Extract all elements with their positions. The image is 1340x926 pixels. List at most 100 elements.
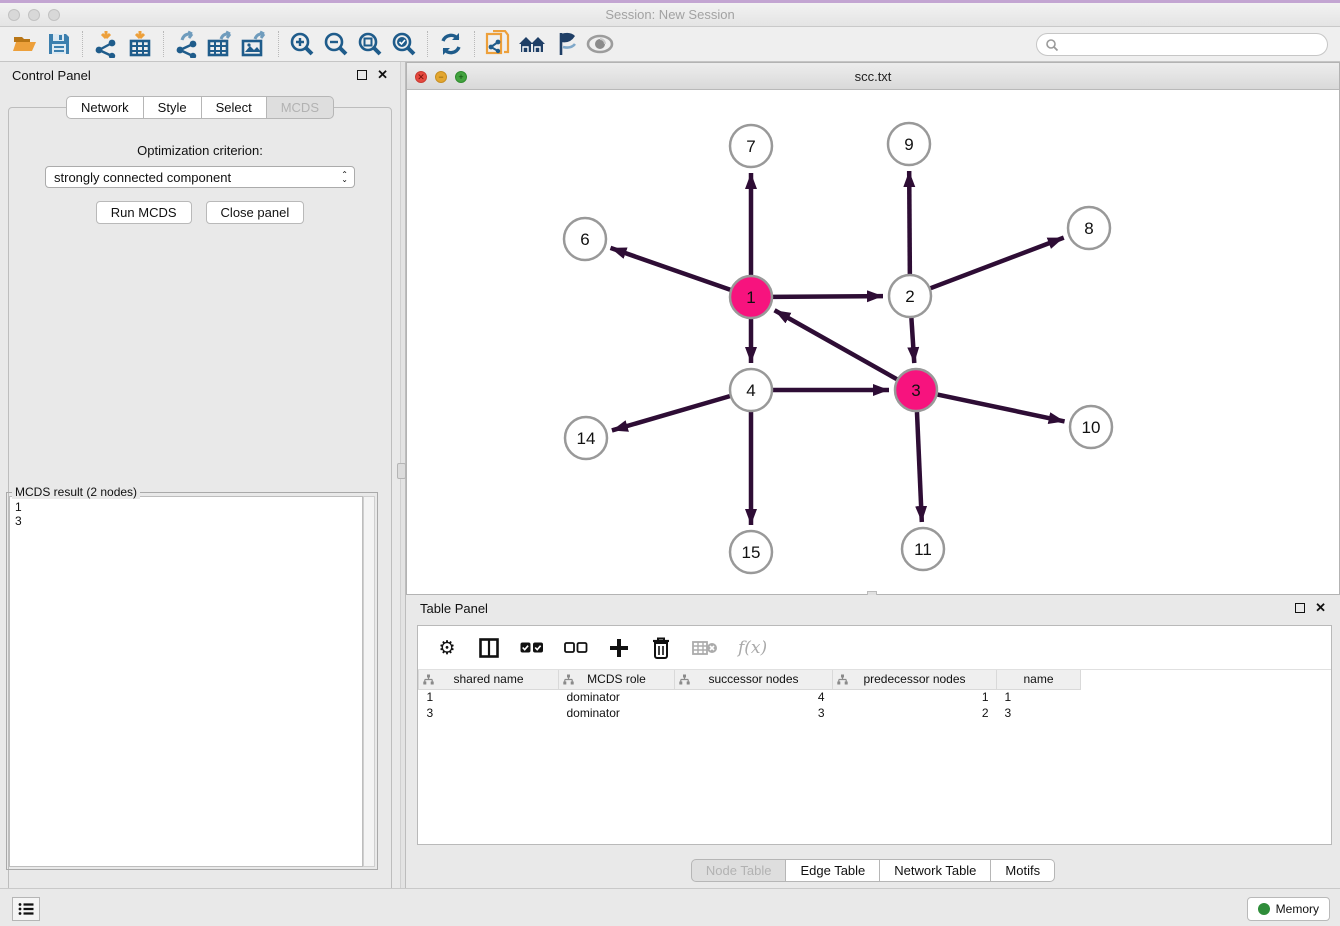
column-header-predecessor-nodes[interactable]: predecessor nodes — [833, 670, 997, 689]
tab-network[interactable]: Network — [66, 96, 144, 119]
table-panel-tabs: Node Table Edge Table Network Table Moti… — [406, 859, 1340, 882]
float-table-panel-icon[interactable] — [1295, 603, 1305, 613]
minimize-window-button[interactable] — [28, 9, 40, 21]
tab-motifs[interactable]: Motifs — [991, 859, 1055, 882]
node-15[interactable]: 15 — [730, 531, 772, 573]
network-close-button[interactable]: ✕ — [415, 71, 427, 83]
tab-edge-table[interactable]: Edge Table — [786, 859, 880, 882]
import-table-icon[interactable] — [123, 29, 157, 59]
graphics-details-icon[interactable] — [549, 29, 583, 59]
svg-text:11: 11 — [914, 540, 932, 559]
column-header-MCDS-role[interactable]: MCDS role — [559, 670, 675, 689]
mcds-result-title: MCDS result (2 nodes) — [12, 485, 140, 499]
edge-1-6[interactable] — [610, 248, 730, 290]
show-hide-eye-icon[interactable] — [583, 29, 617, 59]
run-mcds-button[interactable]: Run MCDS — [96, 201, 192, 224]
export-table-icon[interactable] — [204, 29, 238, 59]
node-9[interactable]: 9 — [888, 123, 930, 165]
save-session-icon[interactable] — [42, 29, 76, 59]
network-canvas[interactable]: 7 9 6 8 1 2 4 3 14 10 15 11 — [407, 90, 1339, 594]
select-all-checkboxes-icon[interactable] — [520, 636, 544, 660]
tab-node-table[interactable]: Node Table — [691, 859, 787, 882]
zoom-out-icon[interactable] — [319, 29, 353, 59]
node-1[interactable]: 1 — [730, 276, 772, 318]
delete-column-icon[interactable] — [650, 636, 672, 660]
close-panel-button[interactable]: Close panel — [206, 201, 305, 224]
memory-button[interactable]: Memory — [1247, 897, 1330, 921]
edge-4-14[interactable] — [612, 396, 730, 430]
refresh-layout-icon[interactable] — [434, 29, 468, 59]
table-cell[interactable]: 2 — [833, 705, 997, 721]
tab-mcds[interactable]: MCDS — [267, 96, 334, 119]
cytoscape-window: Session: New Session — [0, 0, 1340, 926]
table-cell[interactable]: 1 — [833, 689, 997, 705]
node-8[interactable]: 8 — [1068, 207, 1110, 249]
network-from-file-icon[interactable] — [481, 29, 515, 59]
table-cell[interactable]: 3 — [419, 705, 559, 721]
zoom-window-button[interactable] — [48, 9, 60, 21]
edge-1-2[interactable] — [773, 296, 883, 297]
edge-3-10[interactable] — [938, 395, 1065, 422]
main-toolbar — [0, 27, 1340, 62]
task-list-icon[interactable] — [12, 897, 40, 921]
open-session-icon[interactable] — [8, 29, 42, 59]
node-2[interactable]: 2 — [889, 275, 931, 317]
svg-text:9: 9 — [904, 135, 913, 154]
table-row[interactable]: 1dominator411 — [419, 689, 1081, 705]
table-cell[interactable]: 3 — [675, 705, 833, 721]
edge-2-3[interactable] — [911, 318, 914, 363]
table-cell[interactable]: dominator — [559, 689, 675, 705]
column-header-shared-name[interactable]: shared name — [419, 670, 559, 689]
tab-select[interactable]: Select — [202, 96, 267, 119]
edge-3-1[interactable] — [775, 310, 897, 379]
edge-3-11[interactable] — [917, 412, 922, 522]
import-network-icon[interactable] — [89, 29, 123, 59]
splitter-handle[interactable] — [397, 463, 406, 479]
edge-2-9[interactable] — [909, 171, 910, 274]
split-columns-icon[interactable] — [478, 636, 500, 660]
cyndex-home-icon[interactable] — [515, 29, 549, 59]
table-cell[interactable]: 3 — [997, 705, 1081, 721]
edge-2-8[interactable] — [931, 238, 1064, 289]
zoom-in-icon[interactable] — [285, 29, 319, 59]
close-window-button[interactable] — [8, 9, 20, 21]
table-row[interactable]: 3dominator323 — [419, 705, 1081, 721]
control-panel-title: Control Panel — [12, 68, 91, 83]
mcds-result-text[interactable]: 1 3 — [9, 496, 363, 867]
export-image-icon[interactable] — [238, 29, 272, 59]
add-column-icon[interactable] — [608, 636, 630, 660]
unselect-all-checkboxes-icon[interactable] — [564, 636, 588, 660]
column-header-successor-nodes[interactable]: successor nodes — [675, 670, 833, 689]
close-panel-icon[interactable]: ✕ — [377, 70, 388, 80]
node-10[interactable]: 10 — [1070, 406, 1112, 448]
node-4[interactable]: 4 — [730, 369, 772, 411]
column-type-icon — [563, 674, 574, 685]
node-14[interactable]: 14 — [565, 417, 607, 459]
table-cell[interactable]: 1 — [997, 689, 1081, 705]
close-table-panel-icon[interactable]: ✕ — [1315, 603, 1326, 613]
column-header-name[interactable]: name — [997, 670, 1081, 689]
svg-text:15: 15 — [742, 543, 761, 562]
node-3[interactable]: 3 — [895, 369, 937, 411]
network-maximize-button[interactable]: + — [455, 71, 467, 83]
table-cell[interactable]: 1 — [419, 689, 559, 705]
zoom-selected-icon[interactable] — [387, 29, 421, 59]
table-cell[interactable]: 4 — [675, 689, 833, 705]
export-network-icon[interactable] — [170, 29, 204, 59]
search-input[interactable] — [1036, 33, 1328, 56]
result-scrollbar[interactable] — [363, 496, 375, 867]
zoom-fit-icon[interactable] — [353, 29, 387, 59]
network-minimize-button[interactable]: − — [435, 71, 447, 83]
node-6[interactable]: 6 — [564, 218, 606, 260]
network-window-titlebar[interactable]: ✕ − + scc.txt — [407, 63, 1339, 90]
node-7[interactable]: 7 — [730, 125, 772, 167]
node-11[interactable]: 11 — [902, 528, 944, 570]
gear-icon[interactable]: ⚙ — [436, 636, 458, 660]
tab-network-table[interactable]: Network Table — [880, 859, 991, 882]
criterion-select[interactable]: strongly connected component ⌃⌄ — [45, 166, 355, 188]
window-controls — [8, 9, 60, 21]
table-cell[interactable]: dominator — [559, 705, 675, 721]
tab-style[interactable]: Style — [144, 96, 202, 119]
svg-text:6: 6 — [580, 230, 589, 249]
float-panel-icon[interactable] — [357, 70, 367, 80]
